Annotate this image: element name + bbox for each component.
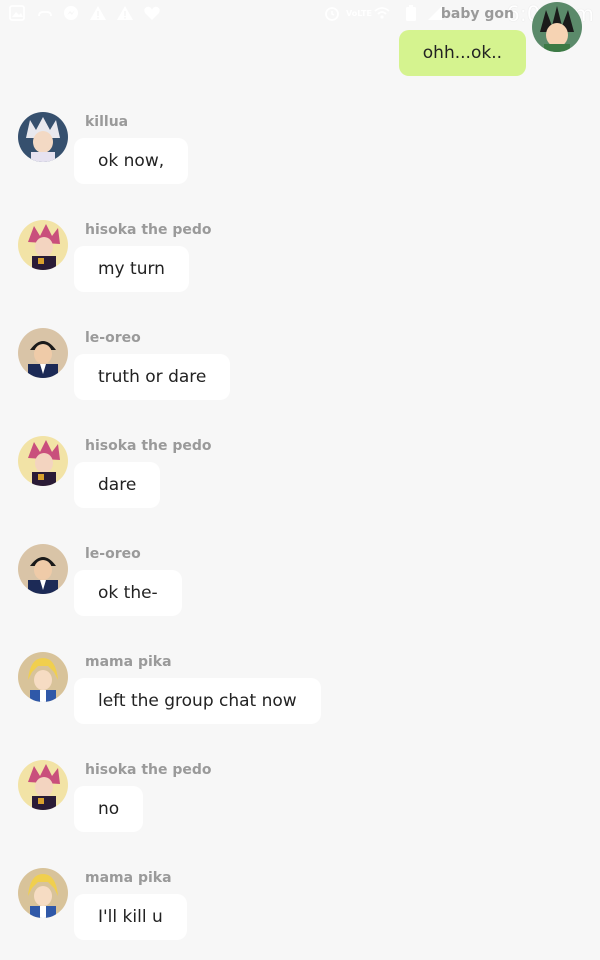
message-bubble[interactable]: I'll kill u [74,894,187,940]
sender-name: mama pika [85,870,172,886]
hisoka-avatar[interactable] [18,760,68,810]
warning-icon [116,4,134,22]
outgoing-sender-name: baby gon [440,6,514,22]
sender-name: mama pika [85,654,172,670]
message-bubble[interactable]: no [74,786,144,832]
message-bubble[interactable]: ok now, [74,138,189,184]
message-bubble[interactable]: my turn [74,246,189,292]
wifi-icon [373,4,391,22]
messenger-icon [62,4,80,22]
message-bubble[interactable]: left the group chat now [74,678,321,724]
leorio-avatar[interactable] [18,544,68,594]
kurapika-avatar[interactable] [18,868,68,918]
message-bubble[interactable]: truth or dare [74,354,231,400]
link-icon [36,4,54,22]
alarm-icon [323,4,341,22]
hisoka-avatar[interactable] [18,436,68,486]
leorio-avatar[interactable] [18,328,68,378]
hisoka-avatar[interactable] [18,220,68,270]
heart-icon [143,4,161,22]
killua-avatar[interactable] [18,112,68,162]
kurapika-avatar[interactable] [18,652,68,702]
gallery-icon [8,4,26,22]
sender-name: hisoka the pedo [85,438,212,454]
sender-name: killua [85,114,129,130]
outgoing-message-bubble[interactable]: ohh...ok.. [398,30,526,76]
sender-name: le-oreo [85,546,141,562]
volte-icon: VoLTE [346,8,372,18]
sender-name: le-oreo [85,330,141,346]
sender-name: hisoka the pedo [85,762,212,778]
warning-icon [89,4,107,22]
sender-name: hisoka the pedo [85,222,212,238]
message-bubble[interactable]: ok the- [74,570,182,616]
gon-avatar[interactable] [532,2,582,52]
battery-icon [402,4,420,22]
message-bubble[interactable]: dare [74,462,161,508]
